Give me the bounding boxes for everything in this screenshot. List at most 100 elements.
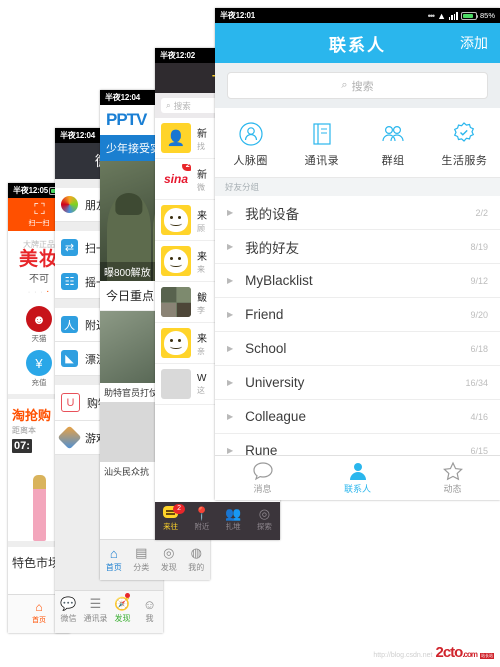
tab-contacts[interactable]: ☰ 通讯录: [82, 591, 109, 633]
address-book-icon: [286, 119, 357, 149]
shortcut-recharge[interactable]: ¥ 充值: [26, 350, 52, 388]
chevron-right-icon[interactable]: ▶: [227, 378, 233, 387]
badge: 2: [182, 164, 191, 171]
chevron-right-icon[interactable]: ▶: [227, 344, 233, 353]
tab-label: 我的: [188, 563, 205, 572]
group-icon: [358, 119, 429, 149]
bottle-icon: ◣: [61, 350, 78, 367]
chevron-right-icon[interactable]: ▶: [227, 242, 233, 251]
search-placeholder: 搜索: [351, 80, 374, 93]
quick-item-addressbook[interactable]: 通讯录: [286, 119, 357, 168]
status-time: 半夜12:05: [13, 186, 49, 195]
tab-group[interactable]: 👥 扎堆: [218, 502, 249, 540]
search-placeholder: 搜索: [173, 100, 191, 111]
shortcut-tmall[interactable]: ☻ 天猫: [26, 306, 52, 344]
quick-item-services[interactable]: 生活服务: [429, 119, 500, 168]
page-title: 联系人: [329, 35, 386, 55]
pptv-tab-bar[interactable]: ⌂ 首页 ▤ 分类 ◎ 发现 ◍ 我的: [100, 539, 210, 580]
chevron-right-icon[interactable]: ▶: [227, 208, 233, 217]
status-time: 半夜12:04: [60, 131, 96, 140]
compass-icon: ◎: [258, 506, 271, 521]
watermark-logo: 2cto.com: [435, 644, 477, 661]
table-row[interactable]: ▶ Colleague 4/16: [215, 400, 500, 434]
table-row[interactable]: ▶ University 16/34: [215, 366, 500, 400]
nearby-icon: 人: [61, 316, 78, 333]
tab-label: 扎堆: [225, 522, 241, 531]
table-row[interactable]: ▶ 我的设备 2/2: [215, 196, 500, 230]
game-icon: [57, 425, 82, 450]
item-name: 新: [197, 128, 207, 140]
item-sub: 找: [197, 141, 205, 151]
wechat-tab-bar[interactable]: 💬 微信 ☰ 通讯录 🧭 发现 ☺ 我: [55, 590, 163, 633]
chevron-right-icon[interactable]: ▶: [227, 412, 233, 421]
tab-chats[interactable]: 💬 微信: [55, 591, 82, 633]
item-name: 来: [197, 333, 207, 345]
group-section-header: 好友分组: [215, 178, 500, 196]
item-sub: 顾: [197, 223, 205, 233]
quick-item-network[interactable]: 人脉圈: [215, 119, 286, 168]
contacts-tab-bar[interactable]: 消息 联系人 动态: [215, 455, 500, 500]
tab-messages[interactable]: 消息: [215, 456, 310, 500]
tab-contacts[interactable]: 联系人: [310, 456, 405, 500]
tab-discover[interactable]: ◎ 发现: [155, 540, 183, 580]
group-name: 我的好友: [245, 240, 300, 256]
network-circle-icon: [215, 119, 286, 149]
add-contact-button[interactable]: 添加: [460, 33, 488, 53]
tab-discover[interactable]: 🧭 发现: [109, 591, 136, 633]
table-row[interactable]: ▶ 我的好友 8/19: [215, 230, 500, 264]
tab-mine[interactable]: ◍ 我的: [183, 540, 211, 580]
tab-label: 首页: [105, 563, 122, 572]
sina-weibo-icon: sina 2: [161, 164, 191, 194]
tab-category[interactable]: ▤ 分类: [128, 540, 156, 580]
status-time: 半夜12:04: [105, 93, 141, 102]
watermark: http://blog.csdn.net 2cto.com 站长站: [373, 644, 494, 661]
star-icon: [405, 460, 500, 482]
item-name: W: [197, 372, 207, 384]
group-count: 9/20: [470, 309, 488, 320]
people-icon: 👥: [225, 506, 242, 521]
group-count: 8/19: [470, 241, 488, 252]
item-name: 来: [197, 251, 207, 263]
contacts-app-window[interactable]: 半夜12:01 ••• ▲ 85% 联系人 添加 ⌕ 搜索 人脉圈 通讯录 群组…: [215, 8, 500, 500]
quick-item-groups[interactable]: 群组: [358, 119, 429, 168]
quick-access-row[interactable]: 人脉圈 通讯录 群组 生活服务: [215, 108, 500, 178]
scan-icon: ⇄: [61, 239, 78, 256]
add-friend-icon: 👤: [161, 123, 191, 153]
laiwang-tab-bar[interactable]: 来往 2 📍 附近 👥 扎堆 ◎ 探索: [155, 502, 280, 540]
group-count: 2/2: [475, 207, 488, 218]
tab-label: 通讯录: [83, 614, 108, 623]
tab-me[interactable]: ☺ 我: [136, 591, 163, 633]
tab-nearby[interactable]: 📍 附近: [186, 502, 217, 540]
countdown-value: 07:: [12, 439, 32, 453]
tab-label: 联系人: [343, 484, 371, 494]
group-name: University: [245, 375, 305, 390]
tab-home[interactable]: ⌂ 首页: [100, 540, 128, 580]
compass-icon: ◎: [163, 545, 175, 560]
moments-icon: [61, 196, 78, 213]
group-name: Colleague: [245, 409, 306, 424]
status-bar: 半夜12:01 ••• ▲ 85%: [215, 8, 500, 23]
chevron-right-icon[interactable]: ▶: [227, 446, 233, 455]
quick-label: 生活服务: [441, 155, 488, 167]
search-input[interactable]: ⌕ 搜索: [227, 72, 488, 99]
shopping-icon: U: [61, 393, 80, 412]
table-row[interactable]: ▶ School 6/18: [215, 332, 500, 366]
tab-label: 发现: [160, 563, 177, 572]
shortcut-label: 天猫: [31, 334, 47, 343]
chevron-right-icon[interactable]: ▶: [227, 276, 233, 285]
group-count: 16/34: [465, 377, 488, 388]
status-indicators: ••• ▲ 85%: [428, 11, 495, 21]
more-dots-icon: •••: [427, 10, 436, 21]
search-icon: ⌕: [341, 79, 348, 91]
tab-laiwang[interactable]: 来往 2: [155, 502, 186, 540]
item-sub: 亲: [197, 346, 205, 356]
tab-feed[interactable]: 动态: [405, 456, 500, 500]
table-row[interactable]: ▶ Friend 9/20: [215, 298, 500, 332]
table-row[interactable]: ▶ MyBlacklist 9/12: [215, 264, 500, 298]
smiley-icon: [161, 205, 191, 235]
chevron-right-icon[interactable]: ▶: [227, 310, 233, 319]
default-avatar-icon: [161, 369, 191, 399]
group-count: 6/15: [470, 445, 488, 456]
verified-badge-icon: [429, 119, 500, 149]
tab-explore[interactable]: ◎ 探索: [249, 502, 280, 540]
